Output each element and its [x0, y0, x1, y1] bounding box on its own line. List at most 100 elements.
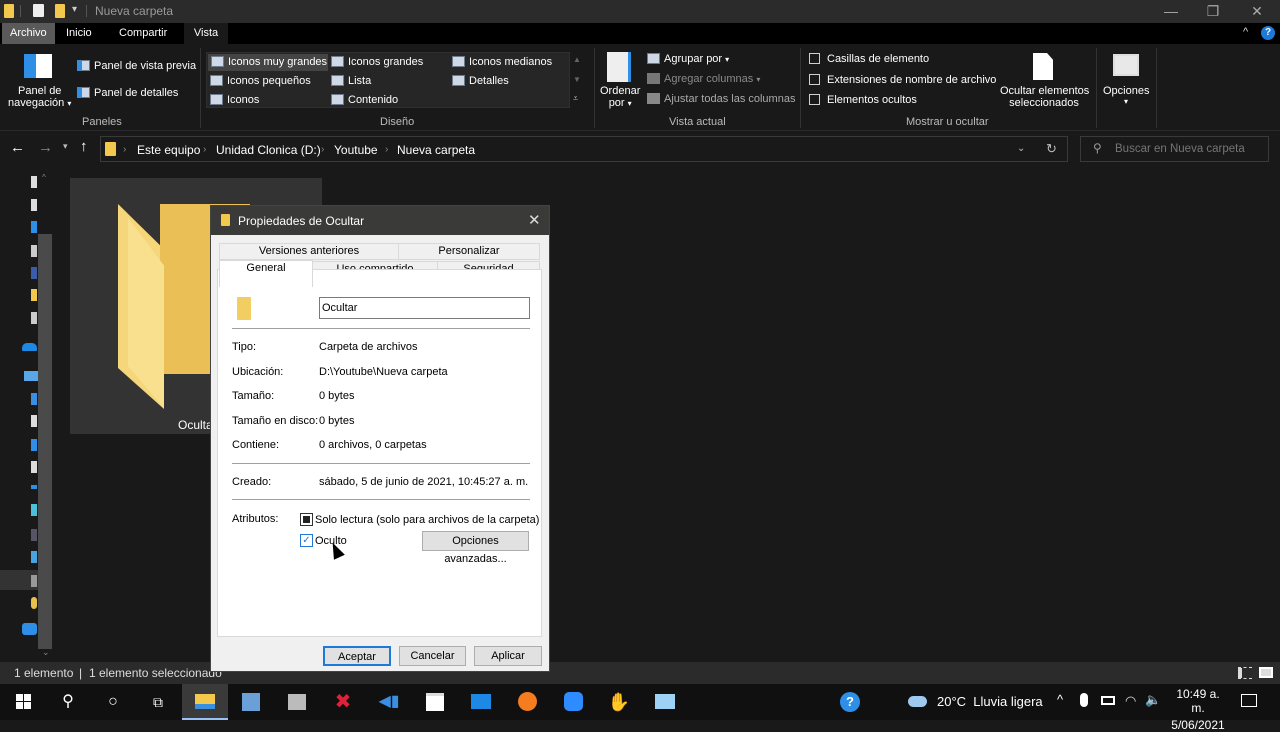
layout-large-icons[interactable]: Iconos grandes	[331, 56, 423, 68]
scroll-up-icon[interactable]: ^	[42, 173, 46, 182]
minimize-button[interactable]: —	[1148, 0, 1194, 23]
nav-scrollbar[interactable]	[38, 234, 52, 649]
back-button[interactable]: ←	[10, 139, 25, 156]
action-center-icon[interactable]	[1241, 694, 1257, 707]
drive-icon[interactable]	[31, 551, 37, 563]
app-icon-audio[interactable]: ◀▮	[366, 684, 412, 720]
images-icon[interactable]	[31, 461, 37, 473]
onedrive-icon[interactable]	[22, 343, 37, 351]
app-icon-4[interactable]	[642, 684, 688, 720]
address-bar[interactable]: › Este equipo › Unidad Clonica (D:) › Yo…	[100, 136, 1068, 162]
chevron-right-icon[interactable]: ›	[123, 144, 126, 155]
close-button[interactable]: ✕	[1234, 0, 1280, 23]
hide-selected-button[interactable]: Ocultar elementos seleccionados	[1000, 85, 1089, 109]
up-button[interactable]: ↑	[80, 138, 88, 155]
layout-icons[interactable]: Iconos	[210, 94, 259, 106]
firefox-icon[interactable]	[504, 684, 550, 720]
new-folder-icon[interactable]	[55, 4, 65, 18]
music-icon[interactable]	[31, 485, 37, 489]
file-icon[interactable]	[31, 245, 37, 257]
quick-access-item-icon[interactable]	[31, 176, 37, 188]
ok-button[interactable]: Aceptar	[323, 646, 391, 666]
customize-quick-access-icon[interactable]: ▾	[72, 4, 77, 15]
mail-icon[interactable]	[458, 684, 504, 720]
pictures-icon[interactable]	[31, 267, 37, 279]
breadcrumb-unidad[interactable]: Unidad Clonica (D:)	[216, 143, 321, 157]
app-icon-3[interactable]: ✖	[320, 684, 366, 720]
microphone-icon[interactable]	[1080, 693, 1088, 707]
breadcrumb-youtube[interactable]: Youtube	[334, 143, 378, 157]
file-icon[interactable]	[31, 312, 37, 324]
maximize-button[interactable]: ❐	[1190, 0, 1236, 23]
breadcrumb-este-equipo[interactable]: Este equipo	[137, 143, 200, 157]
hidden-checkbox[interactable]: ✓	[300, 534, 313, 547]
readonly-checkbox[interactable]	[300, 513, 313, 526]
item-checkboxes-toggle[interactable]: Casillas de elemento	[809, 53, 929, 65]
gallery-scroll-up-icon[interactable]: ▲	[573, 55, 581, 64]
checkbox[interactable]	[809, 53, 820, 64]
tab-compartir[interactable]: Compartir	[111, 23, 175, 44]
folder-name-input[interactable]	[319, 297, 530, 319]
options-button[interactable]: Opciones ▾	[1103, 85, 1149, 106]
cortana-icon[interactable]: ○	[90, 684, 136, 720]
cancel-button[interactable]: Cancelar	[399, 646, 466, 666]
collapse-ribbon-icon[interactable]: ^	[1243, 26, 1248, 38]
navigation-pane-label-2[interactable]: navegación ▾	[8, 97, 71, 109]
address-dropdown-icon[interactable]: ⌄	[1017, 143, 1025, 154]
tab-inicio[interactable]: Inicio	[58, 23, 100, 44]
chevron-right-icon[interactable]: ›	[385, 144, 388, 155]
breadcrumb-nueva-carpeta[interactable]: Nueva carpeta	[397, 143, 475, 157]
layout-list[interactable]: Lista	[331, 75, 371, 87]
details-pane-button[interactable]: Panel de detalles	[77, 87, 178, 99]
sort-by-button[interactable]: Ordenar por ▾	[600, 85, 640, 109]
file-explorer-taskbar-icon[interactable]	[182, 684, 228, 720]
store-icon[interactable]	[412, 684, 458, 720]
objects-3d-icon[interactable]	[31, 504, 37, 516]
details-view-icon[interactable]	[1238, 667, 1252, 679]
readonly-label[interactable]: Solo lectura (solo para archivos de la c…	[315, 514, 539, 526]
document-icon[interactable]	[31, 199, 37, 211]
desktop-icon[interactable]	[31, 221, 37, 233]
gallery-expand-icon[interactable]: ⩡	[573, 93, 578, 104]
file-extensions-toggle[interactable]: Extensiones de nombre de archivo	[809, 74, 996, 86]
refresh-icon[interactable]: ↻	[1046, 141, 1057, 157]
hidden-items-toggle[interactable]: Elementos ocultos	[809, 94, 917, 106]
tab-personalizar[interactable]: Personalizar	[398, 243, 540, 260]
search-box[interactable]: ⚲	[1080, 136, 1269, 162]
chevron-right-icon[interactable]: ›	[321, 144, 324, 155]
task-view-icon[interactable]: ⧉	[135, 684, 181, 720]
group-by-button[interactable]: Agrupar por ▾	[647, 53, 729, 65]
tab-vista[interactable]: Vista	[184, 23, 228, 44]
videos-icon[interactable]	[31, 529, 37, 541]
layout-small-icons[interactable]: Iconos pequeños	[210, 75, 311, 87]
navigation-pane-button[interactable]: Panel de	[18, 85, 61, 97]
drive-icon[interactable]	[31, 597, 37, 609]
search-input[interactable]	[1115, 141, 1265, 157]
tab-versiones-anteriores[interactable]: Versiones anteriores	[219, 243, 399, 260]
dialog-close-button[interactable]: ✕	[528, 211, 541, 229]
clock[interactable]: 10:49 a. m. 5/06/2021	[1170, 687, 1226, 732]
start-button[interactable]	[0, 684, 46, 720]
chevron-right-icon[interactable]: ›	[203, 144, 206, 155]
large-icons-view-icon[interactable]	[1259, 667, 1273, 678]
weather-text[interactable]: 20°C Lluvia ligera	[937, 694, 1043, 709]
layout-details[interactable]: Detalles	[452, 75, 509, 87]
tab-archivo[interactable]: Archivo	[2, 23, 55, 44]
forward-button[interactable]: →	[38, 139, 53, 156]
preview-pane-button[interactable]: Panel de vista previa	[77, 60, 196, 72]
drive-icon[interactable]	[31, 575, 37, 587]
search-icon[interactable]: ⚲	[45, 684, 91, 720]
recent-locations-button[interactable]: ▾	[63, 141, 68, 152]
folder-icon[interactable]	[31, 289, 37, 301]
help-icon[interactable]: ?	[1261, 26, 1275, 40]
show-hidden-icons-icon[interactable]: ^	[1057, 692, 1063, 707]
app-icon-1[interactable]	[228, 684, 274, 720]
help-tray-icon[interactable]: ?	[840, 692, 860, 712]
checkbox[interactable]	[809, 94, 820, 105]
volume-icon[interactable]: 🔈	[1145, 692, 1161, 708]
downloads-icon[interactable]	[31, 393, 37, 405]
desktop-icon[interactable]	[31, 439, 37, 451]
advanced-options-button[interactable]: Opciones avanzadas...	[422, 531, 529, 565]
checkbox[interactable]	[809, 74, 820, 85]
tab-general[interactable]: General	[219, 260, 313, 287]
